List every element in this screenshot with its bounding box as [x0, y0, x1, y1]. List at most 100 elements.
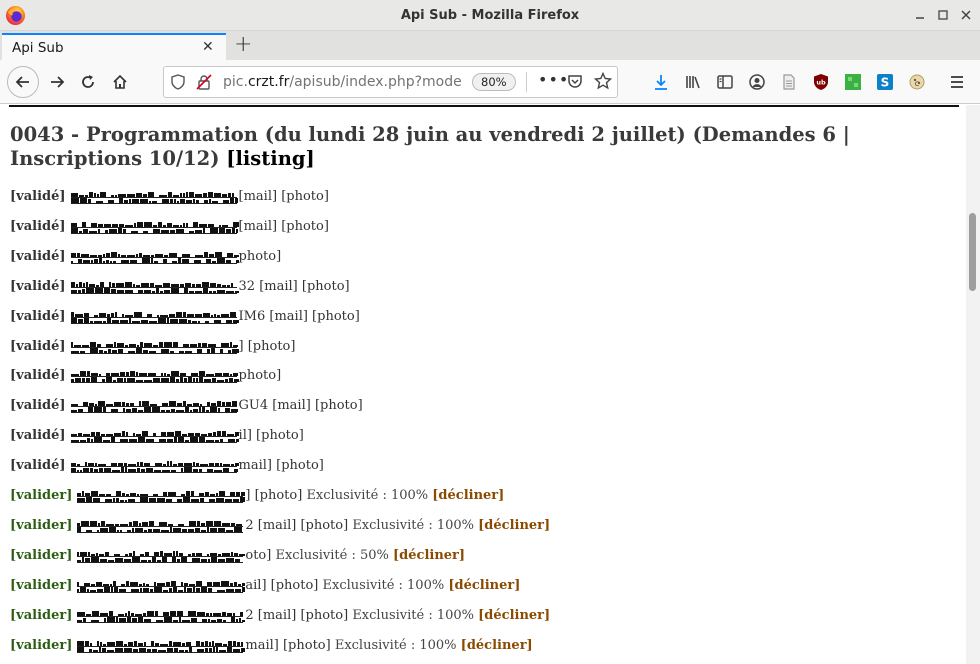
redacted-name	[77, 638, 250, 654]
close-window-button[interactable]	[957, 7, 975, 23]
listing-link[interactable]: [listing]	[226, 147, 314, 170]
scrollbar-thumb[interactable]	[969, 213, 976, 291]
validated-status-link[interactable]: [validé]	[10, 189, 66, 204]
pocket-icon[interactable]	[567, 73, 583, 89]
url-bar[interactable]: pic.crzt.fr/apisub/index.php?mode 80% ••…	[163, 66, 618, 98]
vertical-scrollbar[interactable]	[966, 105, 980, 664]
exclusivity-label: Exclusivité : 50%	[275, 548, 389, 563]
validated-status-link[interactable]: [validé]	[10, 249, 66, 264]
validated-status-link[interactable]: [validé]	[10, 368, 66, 383]
validate-link[interactable]: [valider]	[10, 488, 72, 503]
validated-status-link[interactable]: [validé]	[10, 219, 66, 234]
validated-status-link[interactable]: [validé]	[10, 309, 66, 324]
registration-row: [validé] 32 [mail] [photo]	[10, 277, 350, 297]
contact-links[interactable]: 2 [mail] [photo]	[245, 518, 348, 533]
page-content: 0043 - Programmation (du lundi 28 juin a…	[0, 105, 966, 664]
redacted-name	[70, 458, 241, 474]
url-separator	[526, 72, 527, 92]
contact-links[interactable]: ail] [photo]	[245, 578, 318, 593]
back-button[interactable]	[7, 66, 39, 98]
minimize-button[interactable]	[911, 7, 929, 23]
page-title: 0043 - Programmation (du lundi 28 juin a…	[10, 123, 910, 171]
tab-close-icon[interactable]: ✕	[202, 39, 214, 55]
hamburger-menu-icon[interactable]	[948, 73, 966, 91]
tracking-shield-icon[interactable]	[170, 74, 186, 90]
sidebar-icon[interactable]	[716, 73, 734, 91]
reader-page-icon[interactable]	[780, 73, 798, 91]
registration-row: [validé] photo]	[10, 366, 281, 386]
download-icon[interactable]	[652, 73, 670, 91]
validated-status-link[interactable]: [validé]	[10, 398, 66, 413]
validate-link[interactable]: [valider]	[10, 608, 72, 623]
decline-link[interactable]: [décliner]	[478, 518, 550, 533]
page-title-text: 0043 - Programmation (du lundi 28 juin a…	[10, 123, 850, 170]
forward-button[interactable]	[43, 68, 71, 96]
registration-row: [validé] il] [photo]	[10, 426, 304, 446]
contact-links[interactable]: il] [photo]	[239, 428, 304, 443]
registration-row: [valider] mail] [photo] Exclusivité : 100…	[10, 636, 533, 656]
s-extension-icon[interactable]: S	[876, 73, 894, 91]
maximize-button[interactable]	[934, 7, 952, 23]
validated-status-link[interactable]: [validé]	[10, 279, 66, 294]
validate-link[interactable]: [valider]	[10, 578, 72, 593]
contact-links[interactable]: oto]	[245, 548, 271, 563]
decline-link[interactable]: [décliner]	[448, 578, 520, 593]
account-icon[interactable]	[748, 73, 766, 91]
home-button[interactable]	[106, 68, 134, 96]
reload-button[interactable]	[74, 68, 102, 96]
registration-row: [validé] [mail] [photo]	[10, 217, 329, 237]
registration-row: [validé] photo]	[10, 247, 281, 267]
zoom-level-badge[interactable]: 80%	[472, 73, 516, 91]
contact-links[interactable]: IM6 [mail] [photo]	[239, 309, 360, 324]
svg-text:S: S	[881, 76, 890, 90]
registration-row: [validé] mail] [photo]	[10, 456, 324, 476]
contact-links[interactable]: [mail] [photo]	[239, 189, 329, 204]
url-text[interactable]: pic.crzt.fr/apisub/index.php?mode	[223, 74, 466, 90]
window-titlebar: Api Sub - Mozilla Firefox	[0, 0, 980, 31]
green-extension-icon[interactable]	[844, 73, 862, 91]
contact-links[interactable]: 32 [mail] [photo]	[239, 279, 350, 294]
home-icon	[113, 74, 127, 89]
url-subdomain: pic.	[223, 74, 248, 90]
page-actions-more-icon[interactable]: •••	[538, 70, 569, 89]
exclusivity-label: Exclusivité : 100%	[352, 518, 475, 533]
ublock-origin-icon[interactable]: ub	[812, 73, 830, 91]
contact-links[interactable]: photo]	[239, 249, 282, 264]
validate-link[interactable]: [valider]	[10, 518, 72, 533]
tab-title: Api Sub	[12, 40, 64, 56]
contact-links[interactable]: 2 [mail] [photo]	[245, 608, 348, 623]
registration-row: [validé] IM6 [mail] [photo]	[10, 307, 360, 327]
back-arrow-icon	[15, 76, 29, 88]
registration-row: [validé] GU4 [mail] [photo]	[10, 396, 363, 416]
validated-status-link[interactable]: [validé]	[10, 428, 66, 443]
bookmark-star-icon[interactable]	[594, 72, 612, 90]
validated-status-link[interactable]: [validé]	[10, 339, 66, 354]
cookie-extension-icon[interactable]: C	[908, 73, 926, 91]
redacted-name	[70, 398, 239, 414]
contact-links[interactable]: GU4 [mail] [photo]	[239, 398, 363, 413]
contact-links[interactable]: photo]	[239, 368, 282, 383]
validated-status-link[interactable]: [validé]	[10, 458, 66, 473]
decline-link[interactable]: [décliner]	[478, 608, 550, 623]
exclusivity-label: Exclusivité : 100%	[334, 638, 457, 653]
registration-row: [validé] [mail] [photo]	[10, 187, 329, 207]
contact-links[interactable]: [mail] [photo]	[239, 219, 329, 234]
validate-link[interactable]: [valider]	[10, 548, 72, 563]
tab-api-sub[interactable]: Api Sub ✕	[2, 33, 226, 60]
redacted-name	[70, 339, 240, 355]
new-tab-icon[interactable]: +	[234, 32, 252, 57]
decline-link[interactable]: [décliner]	[393, 548, 465, 563]
library-icon[interactable]	[684, 73, 702, 91]
contact-links[interactable]: ] [photo]	[239, 339, 296, 354]
decline-link[interactable]: [décliner]	[432, 488, 504, 503]
url-host: crzt.fr	[247, 74, 290, 90]
contact-links[interactable]: mail] [photo]	[245, 638, 330, 653]
contact-links[interactable]: mail] [photo]	[239, 458, 324, 473]
redacted-name	[77, 488, 249, 504]
maximize-icon	[938, 10, 948, 20]
insecure-lock-icon[interactable]	[196, 74, 212, 90]
contact-links[interactable]: ] [photo]	[245, 488, 302, 503]
navigation-toolbar: pic.crzt.fr/apisub/index.php?mode 80% ••…	[0, 60, 980, 104]
decline-link[interactable]: [décliner]	[461, 638, 533, 653]
validate-link[interactable]: [valider]	[10, 638, 72, 653]
